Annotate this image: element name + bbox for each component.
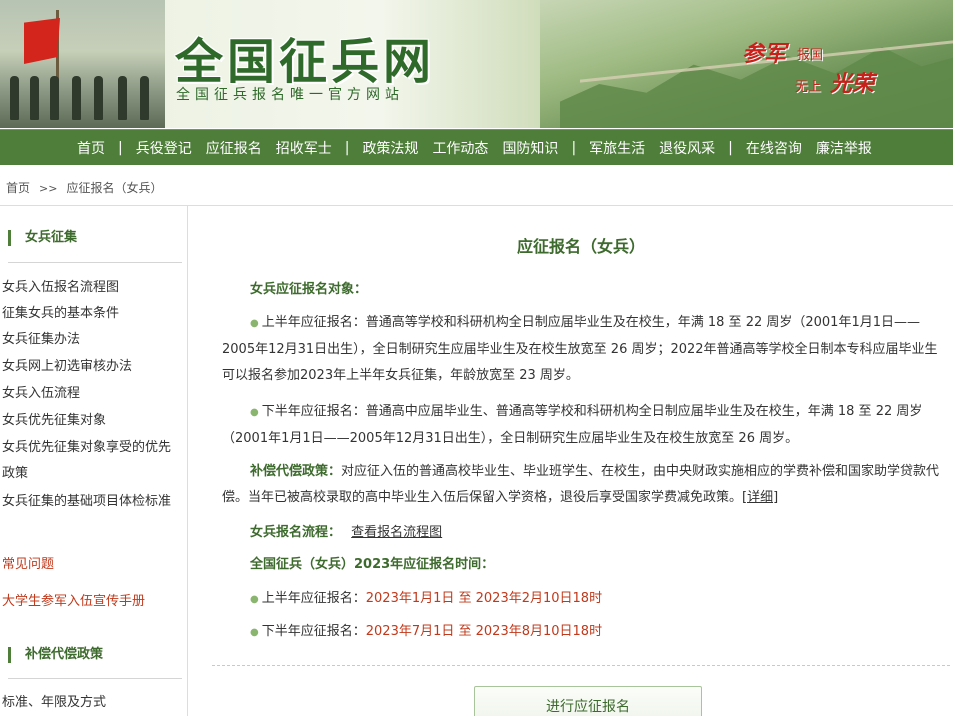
soldier-figure — [118, 76, 127, 120]
soldier-figure — [30, 76, 39, 120]
nav-separator: | — [571, 139, 577, 156]
first-half-label: 上半年应征报名： — [261, 315, 366, 330]
bullet-icon: ● — [250, 407, 259, 418]
second-half-time: 2023年7月1日 至 2023年8月10日18时 — [365, 624, 603, 639]
sidebar-link-faq[interactable]: 常见问题 — [2, 552, 180, 578]
sidebar-link-basic-conditions[interactable]: 征集女兵的基本条件 — [2, 301, 180, 327]
targets-heading: 女兵应征报名对象： — [222, 277, 940, 303]
nav-item-enlistment[interactable]: 应征报名 — [199, 138, 269, 158]
nav-separator: | — [344, 139, 350, 156]
breadcrumb-current: 应征报名（女兵） — [66, 181, 163, 195]
sidebar-link-flowchart[interactable]: 女兵入伍报名流程图 — [2, 275, 180, 301]
dashed-divider — [212, 665, 950, 666]
slogan-glory: 光荣 — [830, 71, 875, 97]
first-half-time: 2023年1月1日 至 2023年2月10日18时 — [365, 591, 603, 606]
nav-item-defense-knowledge[interactable]: 国防知识 — [495, 138, 565, 158]
second-half-time-row: ● 下半年应征报名：2023年7月1日 至 2023年8月10日18时 — [222, 619, 940, 646]
sidebar-link-medical-standard[interactable]: 女兵征集的基础项目体检标准 — [2, 489, 180, 515]
header-banner: 全国征兵网 全国征兵报名唯一官方网站 参军 报国 无上 光荣 — [0, 0, 953, 128]
sidebar-link-online-review[interactable]: 女兵网上初选审核办法 — [2, 354, 180, 380]
soldier-figure — [50, 76, 59, 120]
site-subtitle: 全国征兵报名唯一官方网站 — [176, 87, 404, 103]
nav-item-military-life[interactable]: 军旅生活 — [582, 138, 652, 158]
sidebar-link-standards[interactable]: 标准、年限及方式 — [2, 690, 180, 716]
sidebar-link-priority-targets[interactable]: 女兵优先征集对象 — [2, 408, 180, 434]
details-link[interactable]: [详细] — [742, 490, 778, 505]
nav-item-news[interactable]: 工作动态 — [425, 138, 495, 158]
main-nav: 首页 | 兵役登记 应征报名 招收军士 | 政策法规 工作动态 国防知识 | 军… — [0, 129, 953, 165]
compensation-paragraph: 补偿代偿政策：对应征入伍的普通高校毕业生、毕业班学生、在校生，由中央财政实施相应… — [222, 459, 940, 511]
flag-icon — [24, 18, 60, 64]
compensation-label: 补偿代偿政策： — [250, 464, 342, 479]
sidebar-section-women-recruit: 女兵征集 — [8, 230, 77, 246]
bullet-icon: ● — [250, 627, 259, 638]
nav-separator: | — [728, 139, 733, 156]
sidebar-divider — [8, 678, 182, 679]
slogan-supreme: 无上 — [795, 80, 822, 95]
process-row: 女兵报名流程： 查看报名流程图 — [222, 520, 940, 546]
sidebar-divider — [8, 262, 182, 263]
bullet-icon: ● — [250, 318, 259, 329]
soldier-figure — [10, 76, 19, 120]
slogan-join: 参军 — [742, 41, 787, 67]
nav-item-consult[interactable]: 在线咨询 — [739, 138, 809, 158]
breadcrumb-home[interactable]: 首页 — [6, 181, 30, 195]
apply-button[interactable]: 进行应征报名 — [474, 686, 702, 716]
nav-item-policy[interactable]: 政策法规 — [355, 138, 425, 158]
nav-item-home[interactable]: 首页 — [70, 138, 112, 158]
schedule-heading-text: 全国征兵（女兵）2023年应征报名时间： — [250, 557, 495, 572]
slogan-country: 报国 — [797, 48, 824, 63]
nav-item-veterans[interactable]: 退役风采 — [652, 138, 722, 158]
second-half-time-label: 下半年应征报名： — [261, 624, 366, 639]
first-half-time-label: 上半年应征报名： — [261, 591, 366, 606]
nav-item-nco-recruit[interactable]: 招收军士 — [269, 138, 339, 158]
sidebar-link-enlist-process[interactable]: 女兵入伍流程 — [2, 381, 180, 407]
targets-heading-text: 女兵应征报名对象： — [250, 282, 368, 297]
first-half-time-row: ● 上半年应征报名：2023年1月1日 至 2023年2月10日18时 — [222, 586, 940, 613]
sidebar-link-priority-policy[interactable]: 女兵优先征集对象享受的优先政策 — [2, 435, 180, 487]
page-title: 应征报名（女兵） — [516, 237, 645, 256]
process-label: 女兵报名流程： — [250, 525, 342, 540]
schedule-heading: 全国征兵（女兵）2023年应征报名时间： — [222, 552, 940, 578]
flowchart-link[interactable]: 查看报名流程图 — [351, 525, 442, 540]
nav-item-report[interactable]: 廉洁举报 — [809, 138, 879, 158]
site-logo-title[interactable]: 全国征兵网 — [175, 22, 435, 92]
soldier-figure — [140, 76, 149, 120]
second-half-label: 下半年应征报名： — [261, 404, 366, 419]
second-half-paragraph: ● 下半年应征报名：普通高中应届毕业生、普通高等学校和科研机构全日制应届毕业生及在… — [222, 399, 940, 452]
nav-separator: | — [118, 139, 123, 156]
sidebar-section-compensation: 补偿代偿政策 — [8, 647, 103, 663]
breadcrumb-arrow: >> — [39, 182, 58, 195]
breadcrumb: 首页 >> 应征报名（女兵） — [6, 179, 162, 196]
sidebar-link-recruit-method[interactable]: 女兵征集办法 — [2, 327, 180, 353]
soldier-figure — [72, 76, 81, 120]
bullet-icon: ● — [250, 594, 259, 605]
sidebar-link-handbook[interactable]: 大学生参军入伍宣传手册 — [2, 589, 180, 615]
soldier-figure — [94, 76, 103, 120]
first-half-paragraph: ● 上半年应征报名：普通高等学校和科研机构全日制应届毕业生及在校生，年满 18 至… — [222, 310, 940, 389]
sidebar: 女兵征集 女兵入伍报名流程图 征集女兵的基本条件 女兵征集办法 女兵网上初选审核… — [0, 206, 188, 716]
nav-item-registration[interactable]: 兵役登记 — [129, 138, 199, 158]
